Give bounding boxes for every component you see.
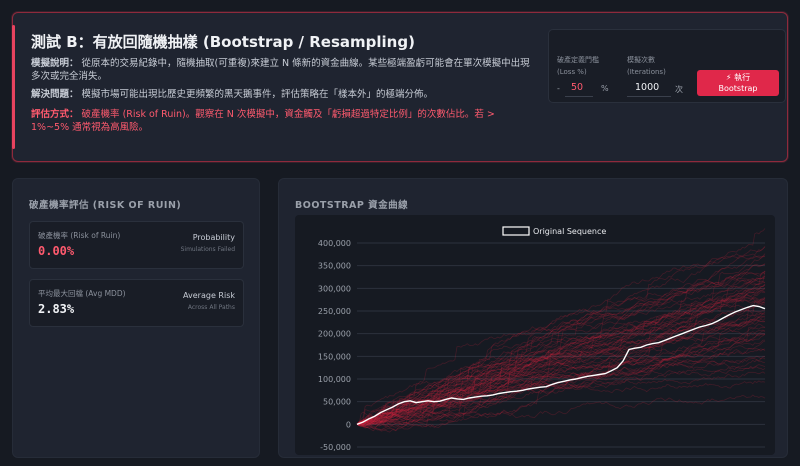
iterations-label: 模擬次數 (Iterations) xyxy=(627,54,666,78)
metric-value: 0.00% xyxy=(38,244,75,258)
run-bootstrap-button[interactable]: ⚡ 執行 Bootstrap xyxy=(697,70,779,96)
ruin-input-underline xyxy=(565,96,593,97)
metric-side-subtitle: Simulations Failed xyxy=(180,246,235,253)
metric-label: 平均最大回檔 (Avg MDD) xyxy=(38,289,126,298)
metric-side-title: Probability xyxy=(192,233,235,242)
y-tick-label: -50,000 xyxy=(320,443,351,452)
iterations-label-line1: 模擬次數 xyxy=(627,56,655,64)
lightning-icon: ⚡ xyxy=(725,73,732,82)
iterations-unit: 次 xyxy=(675,85,683,94)
simulation-label: 模擬說明： xyxy=(31,58,79,69)
metric-side-subtitle: Across All Paths xyxy=(187,304,235,311)
ruin-threshold-label-line1: 破產定義門檻 xyxy=(557,56,599,64)
simulation-description: 模擬說明： 從原本的交易紀錄中，隨機抽取(可重複)來建立 N 條新的資金曲線。某… xyxy=(31,57,531,83)
y-tick-label: 150,000 xyxy=(318,352,351,361)
problem-description: 解決問題： 模擬市場可能出現比歷史更頻繁的黑天鵝事件，評估策略在「樣本外」的極端… xyxy=(31,88,531,101)
chart-panel-title: BOOTSTRAP 資金曲線 xyxy=(295,200,409,211)
evaluation-description: 評估方式： 破產機率 (Risk of Ruin)。觀察在 N 次模擬中，資金觸… xyxy=(31,108,531,134)
risk-of-ruin-card: 破產機率 (Risk of Ruin) 0.00% Probability Si… xyxy=(29,221,244,269)
avg-mdd-card: 平均最大回檔 (Avg MDD) 2.83% Average Risk Acro… xyxy=(29,279,244,327)
test-title: 測試 B：有放回隨機抽樣 (Bootstrap / Resampling) xyxy=(31,33,415,51)
legend-swatch xyxy=(502,226,530,236)
legend-label: Original Sequence xyxy=(533,227,606,236)
test-b-card: 測試 B：有放回隨機抽樣 (Bootstrap / Resampling) 模擬… xyxy=(12,12,788,162)
equity-curve-panel: BOOTSTRAP 資金曲線 400,000 350,000 300,000 250,… xyxy=(278,178,788,458)
iterations-label-line2: (Iterations) xyxy=(627,68,666,76)
metric-label: 破產機率 (Risk of Ruin) xyxy=(38,231,121,240)
ruin-threshold-label: 破產定義門檻 (Loss %) xyxy=(557,54,599,78)
y-tick-label: 300,000 xyxy=(318,284,351,293)
simulation-text: 從原本的交易紀錄中，隨機抽取(可重複)來建立 N 條新的資金曲線。某些極端盈虧可… xyxy=(31,58,530,82)
y-tick-label: 250,000 xyxy=(318,307,351,316)
risk-of-ruin-panel: 破產機率評估 (RISK OF RUIN) 破產機率 (Risk of Ruin… xyxy=(12,178,260,458)
evaluation-label: 評估方式： xyxy=(31,109,79,120)
y-tick-label: 100,000 xyxy=(318,375,351,384)
y-tick-label: 50,000 xyxy=(323,398,351,407)
y-tick-label: 0 xyxy=(346,420,351,429)
ruin-threshold-label-line2: (Loss %) xyxy=(557,68,587,76)
metric-value: 2.83% xyxy=(38,302,75,316)
problem-label: 解決問題： xyxy=(31,89,79,100)
evaluation-text: 破產機率 (Risk of Ruin)。觀察在 N 次模擬中，資金觸及「虧損超過… xyxy=(31,109,495,133)
run-label-line2: Bootstrap xyxy=(718,84,758,93)
ruin-threshold-input[interactable]: 50 xyxy=(571,82,583,93)
ruin-prefix: - xyxy=(557,84,560,93)
ruin-unit: % xyxy=(601,84,609,93)
metric-side-title: Average Risk xyxy=(183,291,235,300)
y-tick-label: 200,000 xyxy=(318,330,351,339)
y-tick-label: 350,000 xyxy=(318,262,351,271)
problem-text: 模擬市場可能出現比歷史更頻繁的黑天鵝事件，評估策略在「樣本外」的極端分佈。 xyxy=(81,89,434,100)
iterations-input[interactable]: 1000 xyxy=(635,82,659,93)
y-tick-label: 400,000 xyxy=(318,239,351,248)
run-label-line1: 執行 xyxy=(734,73,751,82)
bootstrap-controls: 破產定義門檻 (Loss %) - 50 % 模擬次數 (Iterations)… xyxy=(548,29,786,103)
risk-panel-title: 破產機率評估 (RISK OF RUIN) xyxy=(29,200,182,211)
equity-chart: 400,000 350,000 300,000 250,000 200,000 150,0… xyxy=(318,226,766,452)
card-accent-bar xyxy=(12,25,15,149)
iterations-input-underline xyxy=(627,96,671,97)
chart-area: 400,000 350,000 300,000 250,000 200,000 150,0… xyxy=(295,215,775,455)
